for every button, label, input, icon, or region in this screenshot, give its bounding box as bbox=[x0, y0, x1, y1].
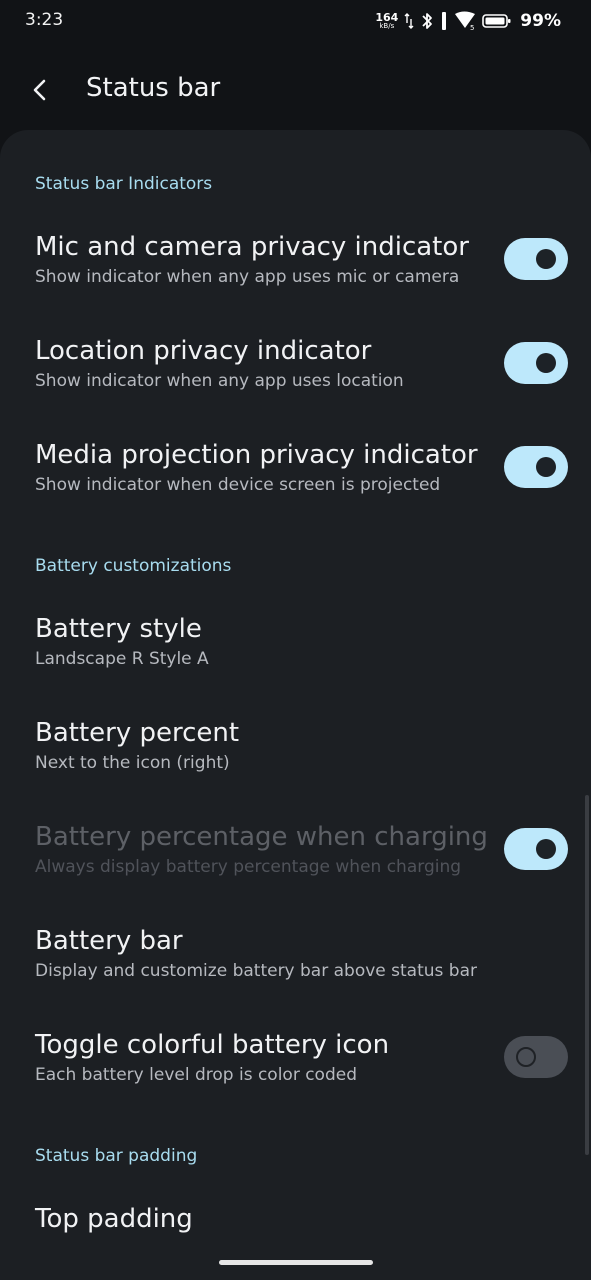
setting-title: Top padding bbox=[35, 1204, 193, 1234]
app-bar: Status bar bbox=[0, 60, 591, 120]
back-arrow-icon bbox=[33, 79, 46, 101]
switch-knob bbox=[536, 353, 556, 373]
setting-subtitle: Show indicator when any app uses mic or … bbox=[35, 267, 460, 287]
section-status-bar-padding: Status bar padding bbox=[35, 1146, 198, 1166]
section-status-bar-indicators: Status bar Indicators bbox=[35, 174, 213, 194]
switch-knob bbox=[516, 1047, 536, 1067]
setting-subtitle: Show indicator when device screen is pro… bbox=[35, 475, 441, 495]
setting-subtitle: Display and customize battery bar above … bbox=[35, 961, 477, 981]
switch-knob bbox=[536, 249, 556, 269]
location-toggle[interactable] bbox=[504, 342, 568, 384]
network-speed: 164 kB/s bbox=[375, 12, 398, 30]
wifi-icon: 5 bbox=[455, 11, 476, 31]
setting-title: Battery percent bbox=[35, 718, 240, 748]
system-status-bar: 3:23 164 kB/s 5 99% bbox=[0, 0, 591, 44]
setting-subtitle: Next to the icon (right) bbox=[35, 753, 230, 773]
page-title: Status bar bbox=[86, 73, 221, 103]
setting-title: Mic and camera privacy indicator bbox=[35, 232, 469, 262]
mic-camera-toggle[interactable] bbox=[504, 238, 568, 280]
setting-title: Battery bar bbox=[35, 926, 183, 956]
gesture-navigation-handle[interactable] bbox=[219, 1260, 373, 1265]
svg-text:5: 5 bbox=[470, 24, 474, 31]
battery-icon bbox=[482, 14, 511, 28]
section-battery-customizations: Battery customizations bbox=[35, 556, 232, 576]
setting-subtitle: Landscape R Style A bbox=[35, 649, 209, 669]
setting-subtitle: Each battery level drop is color coded bbox=[35, 1065, 358, 1085]
colorful-battery-toggle[interactable] bbox=[504, 1036, 568, 1078]
scrollbar[interactable] bbox=[585, 795, 589, 1155]
setting-title: Battery style bbox=[35, 614, 202, 644]
back-button[interactable] bbox=[22, 72, 58, 108]
setting-title: Battery percentage when charging bbox=[35, 822, 488, 852]
network-speed-unit: kB/s bbox=[379, 22, 395, 30]
switch-knob bbox=[536, 839, 556, 859]
charging-percentage-toggle bbox=[504, 828, 568, 870]
battery-percent: 99% bbox=[520, 11, 561, 31]
setting-title: Location privacy indicator bbox=[35, 336, 372, 366]
settings-list bbox=[0, 130, 591, 1280]
vibrate-icon bbox=[442, 12, 447, 30]
setting-subtitle: Show indicator when any app uses locatio… bbox=[35, 371, 404, 391]
media-projection-toggle[interactable] bbox=[504, 446, 568, 488]
setting-title: Toggle colorful battery icon bbox=[35, 1030, 390, 1060]
bluetooth-icon bbox=[422, 13, 433, 29]
setting-subtitle: Always display battery percentage when c… bbox=[35, 857, 462, 877]
setting-title: Media projection privacy indicator bbox=[35, 440, 478, 470]
clock: 3:23 bbox=[25, 10, 64, 30]
status-icons: 164 kB/s 5 99% bbox=[375, 8, 561, 34]
switch-knob bbox=[536, 457, 556, 477]
data-arrows-icon bbox=[404, 13, 414, 29]
